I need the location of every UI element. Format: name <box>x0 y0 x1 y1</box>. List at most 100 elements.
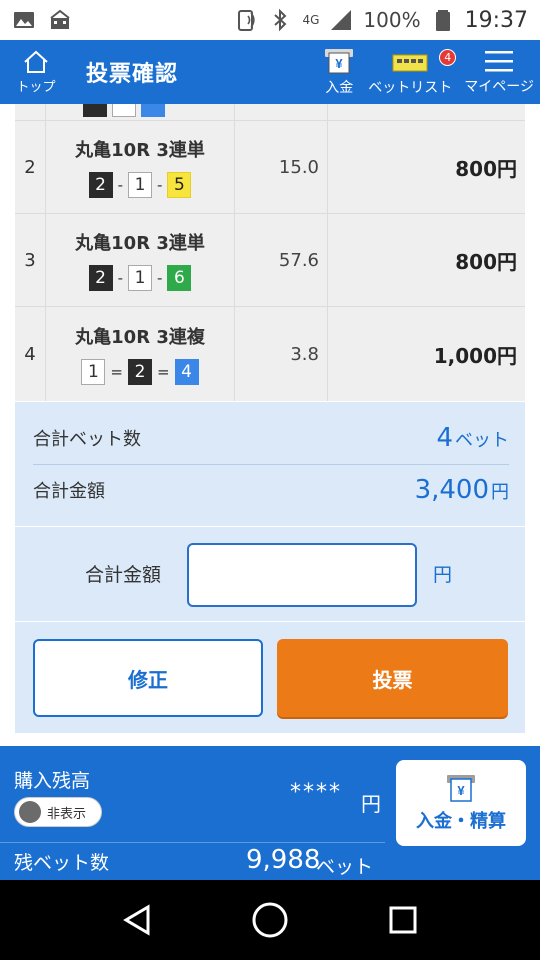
bet-number: 3 <box>15 214 46 306</box>
deposit-settle-button[interactable]: ¥ 入金・精算 <box>396 760 526 846</box>
fix-button[interactable]: 修正 <box>33 639 263 717</box>
amount-input-unit: 円 <box>433 564 453 586</box>
combo-square <box>141 104 165 117</box>
status-bar: 4G 100% 19:37 <box>0 0 540 40</box>
network-type: 4G <box>302 13 320 27</box>
table-row: 4 丸亀10R 3連複 1 = 2 = 4 3.8 1,000円 <box>15 307 525 401</box>
mypage-label: マイページ <box>464 79 534 95</box>
battery-percent: 100% <box>363 8 421 32</box>
recents-button[interactable] <box>383 900 423 940</box>
combo-separator: - <box>157 269 163 287</box>
yen-card-icon: ¥ <box>447 775 475 802</box>
combo-square: 4 <box>174 359 199 385</box>
summary-panel: 合計ベット数 4 ベット 合計金額 3,400 円 合計金額 円 修正 投票 <box>15 402 525 733</box>
toggle-knob <box>19 801 41 823</box>
balance-bar: 購入残高 非表示 **** 円 残ベット数 9,988 ベット ¥ 入金・精算 <box>0 746 540 880</box>
bet-amount: 800円 <box>455 156 517 181</box>
combo-separator: - <box>117 269 123 287</box>
deposit-header-label: 入金 <box>325 80 354 96</box>
bluetooth-icon <box>274 8 287 32</box>
bet-amount: 1,000円 <box>433 343 517 368</box>
back-button[interactable] <box>117 900 157 940</box>
purchase-balance-label: 購入残高 <box>14 770 91 792</box>
section-divider <box>15 526 525 527</box>
betlist-badge: 4 <box>439 49 457 66</box>
balance-unit: 円 <box>361 792 381 816</box>
back-icon <box>122 904 150 936</box>
combo-square: 1 <box>128 265 152 291</box>
bet-combination: 2 - 1 - 6 <box>88 265 192 291</box>
combo-square <box>83 104 107 117</box>
svg-text:¥: ¥ <box>336 56 344 71</box>
home-label: トップ <box>16 80 56 95</box>
remaining-bets-value: 9,988 <box>246 845 321 875</box>
combo-separator: = <box>110 363 123 381</box>
total-amount-unit: 円 <box>491 482 509 503</box>
bet-odds: 15.0 <box>235 121 328 213</box>
signal-icon <box>331 10 352 30</box>
table-row: 3 丸亀10R 3連単 2 - 1 - 6 57.6 800円 <box>15 214 525 307</box>
nfc-icon <box>238 10 256 31</box>
deposit-header-button[interactable]: ¥ 入金 <box>316 40 362 104</box>
bet-count-unit: ベット <box>455 430 509 451</box>
page-title: 投票確認 <box>86 62 179 87</box>
bet-count-value: 4 ベット <box>436 423 509 453</box>
bet-table: 2 丸亀10R 3連単 2 - 1 - 5 15.0 800円 3 丸亀10R … <box>15 104 525 401</box>
bet-description: 丸亀10R 3連単 2 - 1 - 5 <box>46 121 235 213</box>
amount-input-label: 合計金額 <box>85 564 162 586</box>
combo-separator: - <box>157 176 163 194</box>
clock: 19:37 <box>464 7 528 33</box>
hide-balance-toggle[interactable]: 非表示 <box>14 797 102 827</box>
bet-number: 4 <box>15 307 46 401</box>
bet-count-number: 4 <box>436 423 453 453</box>
combo-square: 5 <box>167 172 192 198</box>
home-nav-button[interactable] <box>250 900 290 940</box>
mypage-button[interactable]: マイページ <box>458 40 540 104</box>
amount-input[interactable] <box>187 543 417 607</box>
bet-count-row: 合計ベット数 4 ベット <box>33 420 509 456</box>
menu-icon <box>485 51 514 72</box>
total-amount-label: 合計金額 <box>33 481 105 502</box>
bet-number: 2 <box>15 121 46 213</box>
table-row: 2 丸亀10R 3連単 2 - 1 - 5 15.0 800円 <box>15 121 525 214</box>
section-divider <box>15 621 525 622</box>
bet-odds: 57.6 <box>235 214 328 306</box>
bet-description: 丸亀10R 3連複 1 = 2 = 4 <box>46 307 235 401</box>
yen-card-icon: ¥ <box>325 49 354 74</box>
betlist-button[interactable]: 4 ベットリスト <box>362 40 458 104</box>
total-amount-value: 3,400 円 <box>415 475 509 505</box>
battery-icon <box>435 10 450 31</box>
image-icon <box>14 12 34 28</box>
bet-title: 丸亀10R 3連複 <box>75 327 205 348</box>
combo-square: 1 <box>81 359 106 385</box>
bet-odds: 3.8 <box>235 307 328 401</box>
home-circle-icon <box>252 902 288 938</box>
bet-title: 丸亀10R 3連単 <box>75 233 205 254</box>
svg-text:¥: ¥ <box>457 783 465 798</box>
home-icon <box>24 50 48 73</box>
combo-square: 6 <box>167 265 192 291</box>
toggle-label: 非表示 <box>47 806 87 822</box>
bet-description: 丸亀10R 3連単 2 - 1 - 6 <box>46 214 235 306</box>
combo-square: 2 <box>88 172 113 198</box>
balance-divider <box>0 842 385 843</box>
betlist-label: ベットリスト <box>368 80 453 96</box>
bet-combination: 2 - 1 - 5 <box>88 172 192 198</box>
combo-square <box>112 104 136 117</box>
navigation-bar <box>0 880 540 960</box>
combo-square: 1 <box>128 172 152 198</box>
betlist-icon <box>392 54 428 72</box>
vote-button[interactable]: 投票 <box>277 639 508 717</box>
home-button[interactable]: トップ <box>0 40 72 104</box>
bet-combination: 1 = 2 = 4 <box>81 359 199 385</box>
bet-count-label: 合計ベット数 <box>33 429 141 450</box>
recents-icon <box>389 906 417 934</box>
table-row-partial <box>15 104 525 121</box>
total-amount-number: 3,400 <box>414 475 489 505</box>
app-header: トップ 投票確認 ¥ 入金 4 ベットリスト マイページ <box>0 40 540 104</box>
bet-title: 丸亀10R 3連単 <box>75 140 205 161</box>
summary-divider <box>33 464 509 465</box>
combo-separator: = <box>157 363 170 381</box>
hotel-icon <box>50 9 70 29</box>
combo-square: 2 <box>128 359 152 385</box>
